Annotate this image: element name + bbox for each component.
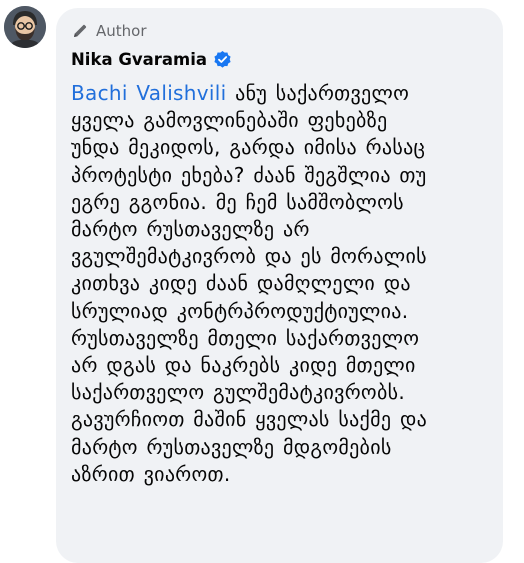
comment-line: სრულიად კონტრპროდუქტიულია.	[71, 298, 409, 323]
comment-line: ვგულშემატკივრობ და ეს მორალის	[71, 244, 427, 269]
avatar-image	[4, 6, 46, 48]
comment-line: აზრით ვიაროთ.	[71, 461, 231, 486]
comment-line: მარტო რუსთაველზე მდგომების	[71, 434, 392, 459]
comment-line: Bachi Valishvili ანუ საქართველო	[71, 80, 489, 107]
comment-line: ყველა გამოვლინებაში ფეხებზე	[71, 108, 388, 133]
comment-line: პროტესტი ეხება? ძაან შეგშლია თუ	[71, 162, 427, 187]
comment-line: უნდა მეკიდოს, გარდა იმისა რასაც	[71, 135, 426, 160]
comment-line: გავურჩიოთ მაშინ ყველას საქმე და	[71, 407, 428, 432]
comment-line: ეგრე გგონია. მე ჩემ სამშობლოს	[71, 189, 404, 214]
mention-link[interactable]: Bachi Valishvili	[71, 81, 226, 105]
comment-line-text: ანუ საქართველო	[226, 81, 410, 105]
avatar[interactable]	[4, 6, 46, 48]
comment-line: მარტო რუსთაველზე არ	[71, 217, 310, 242]
comment-text: Bachi Valishvili ანუ საქართველო ყველა გა…	[71, 80, 489, 488]
author-badge: Author	[71, 18, 489, 44]
commenter-name[interactable]: Nika Gvaramia	[71, 50, 207, 69]
verified-badge-icon	[213, 50, 232, 69]
comment-line: კითხვა კიდე ძაან დამღლელი და	[71, 271, 411, 296]
commenter-row: Nika Gvaramia	[71, 46, 489, 72]
comment-bubble: Author Nika Gvaramia Bachi Valishvili ან…	[56, 8, 503, 563]
author-badge-label: Author	[96, 22, 147, 40]
comment-line: არ დგას და ნაკრებს კიდე მთელი	[71, 353, 416, 378]
comment-line: რუსთაველზე მთელი საქართველო	[71, 325, 420, 350]
pencil-icon	[71, 22, 89, 40]
comment-line: საქართველო გულშემატკივრობს.	[71, 380, 405, 405]
